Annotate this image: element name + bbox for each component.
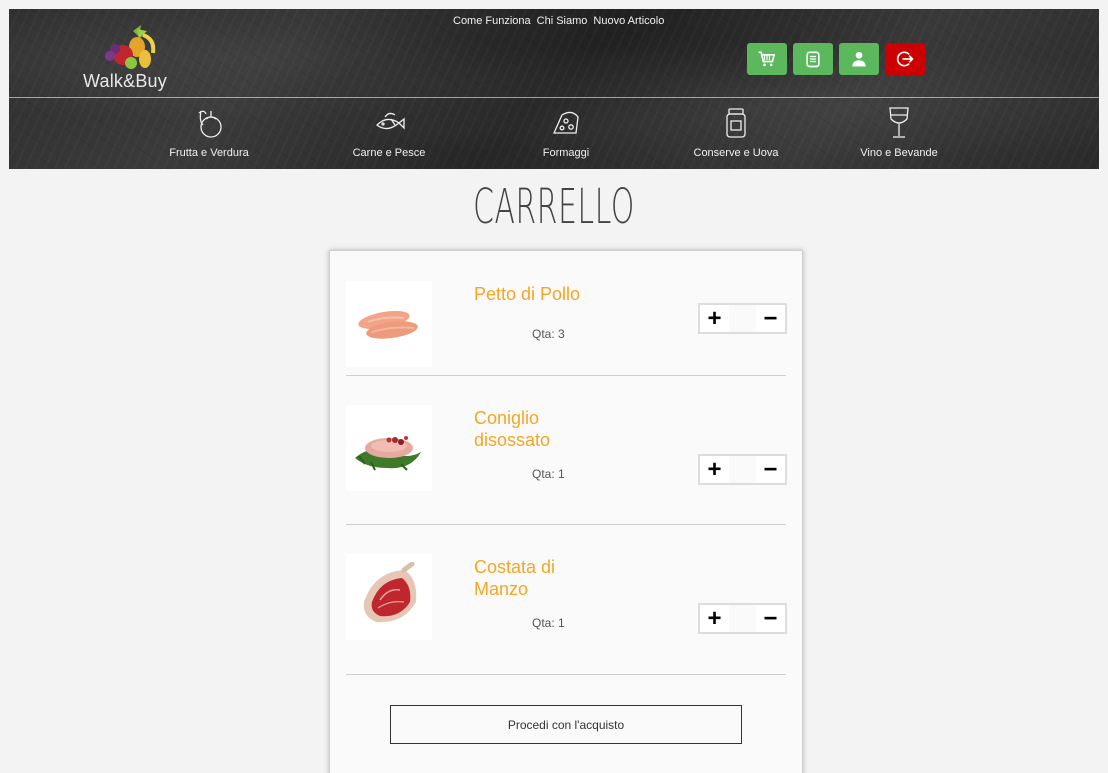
increase-quantity-button[interactable]: + (700, 305, 729, 332)
cart-item: Coniglio disossato Qta: 1 + − (346, 405, 787, 555)
product-image-rabbit (346, 405, 432, 491)
page: Come Funziona Chi Siamo Nuovo Articolo W… (9, 9, 1099, 773)
category-nav: Frutta e Verdura Carne e Pesce Formaggi … (9, 101, 1099, 169)
page-title: CARRELLO (473, 179, 635, 235)
item-quantity: Qta: 1 (532, 616, 565, 630)
nav-link-chi-siamo[interactable]: Chi Siamo (537, 15, 588, 27)
logo-text: Walk&Buy (83, 71, 167, 91)
quantity-stepper: + − (698, 603, 787, 634)
item-name: Petto di Pollo (474, 284, 581, 304)
item-divider (346, 524, 786, 525)
quantity-stepper: + − (698, 454, 787, 485)
cheese-icon (552, 111, 579, 134)
decrease-quantity-button[interactable]: − (756, 456, 785, 483)
header-divider (9, 97, 1099, 98)
logo-fruit-icon (105, 25, 156, 69)
clipboard-icon (806, 51, 820, 68)
category-formaggi[interactable]: Formaggi (506, 101, 626, 159)
checkout-button[interactable]: Procedi con l'acquisto (390, 705, 742, 744)
wine-glass-icon (889, 107, 909, 138)
decrease-quantity-button[interactable]: − (756, 305, 785, 332)
quantity-stepper: + − (698, 303, 787, 334)
header-actions (747, 43, 925, 75)
logout-button[interactable] (885, 43, 925, 75)
item-divider (346, 674, 786, 675)
item-divider (346, 375, 786, 376)
jar-icon (726, 108, 746, 138)
item-quantity: Qta: 3 (532, 327, 565, 341)
nav-link-come-funziona[interactable]: Come Funziona (453, 15, 531, 27)
vegetables-icon (198, 110, 222, 138)
product-image-beef-rib (346, 554, 432, 640)
cart-icon (758, 51, 776, 67)
category-carne-e-pesce[interactable]: Carne e Pesce (329, 101, 449, 159)
cart-panel: Petto di Pollo Qta: 3 + − Coniglio disos… (329, 250, 803, 773)
item-quantity: Qta: 1 (532, 467, 565, 481)
site-header: Come Funziona Chi Siamo Nuovo Articolo W… (9, 9, 1099, 169)
item-name: Coniglio disossato (474, 408, 551, 450)
user-icon (852, 51, 866, 67)
category-conserve-e-uova[interactable]: Conserve e Uova (676, 101, 796, 159)
nav-link-nuovo-articolo[interactable]: Nuovo Articolo (593, 15, 664, 27)
increase-quantity-button[interactable]: + (700, 605, 729, 632)
decrease-quantity-button[interactable]: − (756, 605, 785, 632)
logo[interactable]: Walk&Buy (83, 25, 193, 91)
category-vino-e-bevande[interactable]: Vino e Bevande (839, 101, 959, 159)
top-nav: Come Funziona Chi Siamo Nuovo Articolo (453, 15, 664, 27)
user-button[interactable] (839, 43, 879, 75)
category-frutta-e-verdura[interactable]: Frutta e Verdura (149, 101, 269, 159)
orders-button[interactable] (793, 43, 833, 75)
increase-quantity-button[interactable]: + (700, 456, 729, 483)
item-name: Costata di Manzo (474, 557, 556, 599)
logout-icon (896, 51, 914, 67)
cart-button[interactable] (747, 43, 787, 75)
fish-icon (376, 112, 405, 130)
product-image-chicken-breast (346, 281, 432, 367)
cart-item: Costata di Manzo Qta: 1 + − (346, 554, 787, 704)
